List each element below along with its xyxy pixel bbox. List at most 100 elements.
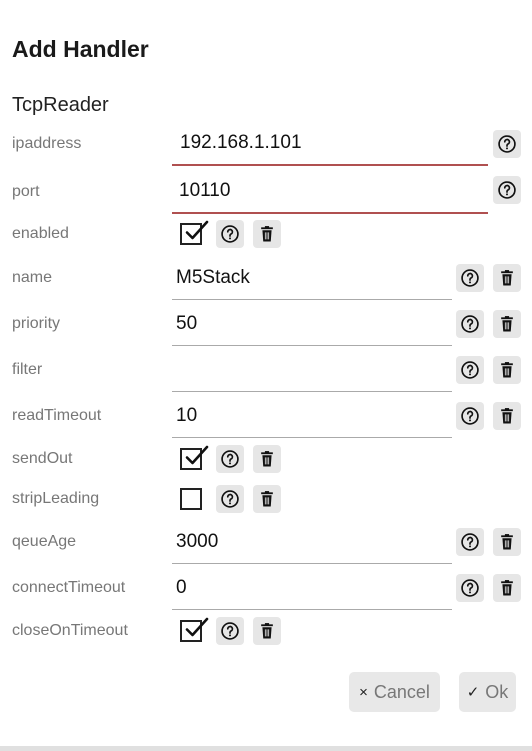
help-button[interactable] [456,402,484,430]
row-sendout: sendOut [0,437,532,481]
trash-icon [501,362,513,378]
delete-button[interactable] [493,264,521,292]
field-label: port [12,183,40,200]
help-icon [461,361,479,379]
cancel-label: Cancel [373,681,430,702]
checkmark-icon [185,445,209,465]
help-icon [498,135,516,153]
input-value: 10110 [179,180,231,201]
delete-button[interactable] [493,574,521,602]
help-button[interactable] [456,356,484,384]
handler-type: TcpReader [12,94,109,116]
row-priority: priority 50 [0,302,532,346]
priority-input[interactable]: 50 [172,302,452,346]
help-icon [498,181,516,199]
qeueage-input[interactable]: 3000 [172,520,452,564]
trash-icon [501,408,513,424]
checkmark-icon: ✓ [466,684,480,701]
help-icon [461,579,479,597]
filter-input[interactable] [172,348,452,392]
delete-button[interactable] [493,310,521,338]
stripleading-checkbox[interactable] [180,488,202,510]
checkmark-icon [185,220,209,240]
ok-label: Ok [485,681,509,702]
help-icon [461,407,479,425]
help-icon [461,533,479,551]
field-label: sendOut [12,450,73,467]
field-label: ipaddress [12,135,82,152]
help-icon [461,315,479,333]
help-button[interactable] [456,310,484,338]
help-button[interactable] [216,617,244,645]
input-value: 0 [176,576,187,598]
input-value: 192.168.1.101 [180,132,302,153]
help-button[interactable] [456,528,484,556]
field-label: qeueAge [12,533,77,550]
trash-icon [261,491,273,507]
field-label: connectTimeout [12,579,126,596]
input-value: 3000 [176,530,219,552]
dialog-title: Add Handler [12,36,149,62]
ipaddress-input[interactable]: 192.168.1.101 [172,122,488,166]
row-enabled: enabled [0,212,532,256]
field-label: filter [12,361,43,378]
help-button[interactable] [216,445,244,473]
help-icon [221,225,239,243]
help-icon [221,490,239,508]
checkmark-icon [185,617,209,637]
help-button[interactable] [216,485,244,513]
trash-icon [501,580,513,596]
field-label: readTimeout [12,407,102,424]
field-label: closeOnTimeout [12,622,128,639]
help-icon [221,622,239,640]
sendout-checkbox[interactable] [180,445,209,470]
bottom-edge [0,746,532,751]
row-connecttimeout: connectTimeout 0 [0,566,532,610]
ok-button[interactable]: ✓ Ok [459,672,516,712]
help-icon [461,269,479,287]
delete-button[interactable] [493,356,521,384]
row-ipaddress: ipaddress 192.168.1.101 [0,122,532,166]
delete-button[interactable] [253,485,281,513]
delete-button[interactable] [253,220,281,248]
row-closeontimeout: closeOnTimeout [0,609,532,653]
readtimeout-input[interactable]: 10 [172,394,452,438]
trash-icon [261,226,273,242]
row-name: name M5Stack [0,256,532,300]
help-button[interactable] [216,220,244,248]
row-filter: filter [0,348,532,392]
closeontimeout-checkbox[interactable] [180,617,209,642]
field-label: priority [12,315,61,332]
trash-icon [261,451,273,467]
delete-button[interactable] [253,445,281,473]
cancel-button[interactable]: × Cancel [349,672,440,712]
connecttimeout-input[interactable]: 0 [172,566,452,610]
port-input[interactable]: 10110 [172,170,488,214]
row-port: port 10110 [0,170,532,214]
name-input[interactable]: M5Stack [172,256,452,300]
help-button[interactable] [456,264,484,292]
field-label: stripLeading [12,490,100,507]
row-readtimeout: readTimeout 10 [0,394,532,438]
input-value: M5Stack [176,266,250,288]
field-label: name [12,269,53,286]
trash-icon [501,316,513,332]
delete-button[interactable] [493,402,521,430]
delete-button[interactable] [493,528,521,556]
help-icon [221,450,239,468]
close-icon: × [359,683,368,701]
trash-icon [501,270,513,286]
help-button[interactable] [456,574,484,602]
help-button[interactable] [493,130,521,158]
help-button[interactable] [493,176,521,204]
input-value: 10 [176,404,198,426]
row-qeueage: qeueAge 3000 [0,520,532,564]
add-handler-dialog: Add Handler TcpReader ipaddress 192.168.… [0,0,532,751]
input-value: 50 [176,312,198,334]
enabled-checkbox[interactable] [180,220,209,245]
delete-button[interactable] [253,617,281,645]
trash-icon [501,534,513,550]
field-label: enabled [12,225,69,242]
row-stripleading: stripLeading [0,477,532,521]
trash-icon [261,623,273,639]
